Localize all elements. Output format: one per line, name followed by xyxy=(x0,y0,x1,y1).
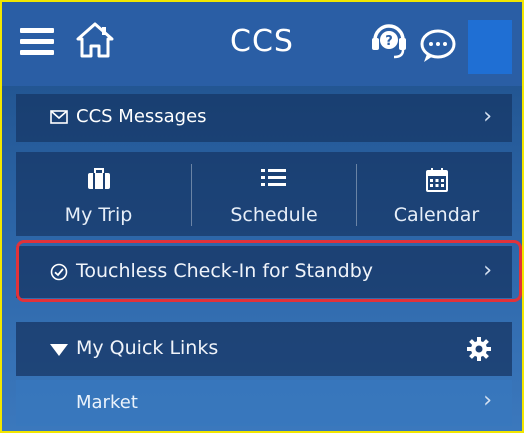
tile-calendar[interactable]: Calendar xyxy=(357,152,516,236)
app-frame: CCS ? CCS Messages › My Trip Schedule Ca… xyxy=(0,0,524,433)
quick-links-label: My Quick Links xyxy=(76,337,219,359)
chat-icon[interactable] xyxy=(418,26,458,66)
tile-schedule[interactable]: Schedule xyxy=(192,152,356,236)
briefcase-icon xyxy=(87,168,110,189)
chevron-right-icon: › xyxy=(483,104,492,129)
ccs-messages-label: CCS Messages xyxy=(76,106,207,127)
calendar-icon xyxy=(425,168,448,192)
app-header: CCS ? xyxy=(2,2,522,86)
tile-schedule-label: Schedule xyxy=(230,204,318,226)
svg-text:?: ? xyxy=(385,34,393,49)
tile-calendar-label: Calendar xyxy=(393,204,480,226)
chevron-right-icon: › xyxy=(483,388,492,413)
quick-tiles: My Trip Schedule Calendar xyxy=(16,152,512,236)
mail-icon xyxy=(50,110,68,124)
help-headset-icon[interactable]: ? xyxy=(370,20,408,60)
tile-my-trip[interactable]: My Trip xyxy=(16,152,181,236)
caret-down-icon xyxy=(50,344,68,356)
tile-my-trip-label: My Trip xyxy=(64,204,133,226)
list-icon xyxy=(261,169,286,186)
quick-link-item[interactable]: Market › xyxy=(16,380,512,426)
quick-links-header[interactable]: My Quick Links xyxy=(16,322,512,376)
ccs-messages-row[interactable]: CCS Messages › xyxy=(16,94,512,142)
gear-icon[interactable] xyxy=(466,336,492,362)
highlight-outline xyxy=(16,240,522,302)
quick-link-market-label: Market xyxy=(76,392,138,413)
profile-button[interactable] xyxy=(468,20,512,74)
